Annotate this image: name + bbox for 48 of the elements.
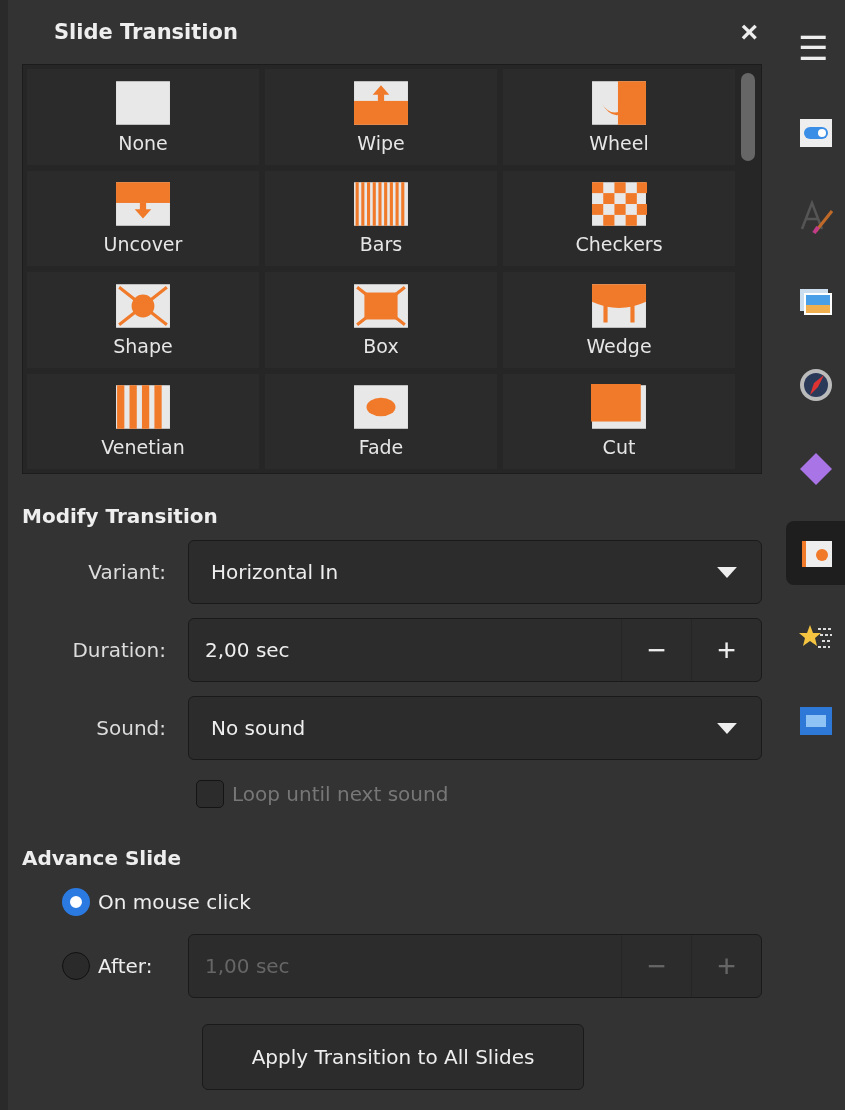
- menu-button[interactable]: ☰: [797, 26, 828, 70]
- increment-button[interactable]: +: [691, 619, 761, 681]
- transition-option[interactable]: Cut: [503, 373, 735, 469]
- caret-icon: [717, 566, 737, 578]
- transition-icon: [591, 79, 647, 126]
- close-button[interactable]: ×: [736, 15, 762, 49]
- compass-icon: [797, 367, 834, 403]
- radio-label: After:: [98, 954, 153, 978]
- transition-icon: [115, 384, 171, 431]
- transition-option[interactable]: Shape: [27, 272, 259, 368]
- transition-option[interactable]: Box: [265, 272, 497, 368]
- transition-option[interactable]: Wipe: [265, 69, 497, 165]
- sidebar-tab[interactable]: [785, 521, 845, 585]
- transition-option[interactable]: Venetian: [27, 373, 259, 469]
- checkbox-label: Loop until next sound: [232, 782, 449, 806]
- field-label: Sound:: [95, 716, 167, 740]
- section-heading: Modify Transition: [22, 504, 219, 528]
- transition-option[interactable]: Bars: [265, 170, 497, 266]
- transition-option[interactable]: Wheel: [503, 69, 735, 165]
- radio-button[interactable]: [62, 888, 90, 916]
- transition-option[interactable]: Checkers: [503, 170, 735, 266]
- panel-title: Slide Transition: [54, 20, 238, 44]
- transition-option[interactable]: Uncover: [27, 170, 259, 266]
- transition-icon: [115, 282, 171, 329]
- transition-icon: [591, 282, 647, 329]
- decrement-button[interactable]: −: [621, 619, 691, 681]
- radio-button[interactable]: [62, 952, 90, 980]
- field-label: Duration:: [71, 638, 167, 662]
- transition-icon: [591, 384, 647, 431]
- transition-icon: [115, 181, 171, 228]
- transition-icon: [591, 181, 647, 228]
- transition-icon: [353, 181, 409, 228]
- spin-field[interactable]: 2,00 sec − +: [188, 618, 762, 682]
- transition-option[interactable]: Fade: [265, 373, 497, 469]
- transition-option[interactable]: None: [27, 69, 259, 165]
- dropdown[interactable]: Horizontal In: [188, 540, 762, 604]
- field-label: Variant:: [87, 560, 167, 584]
- radio-label: On mouse click: [98, 890, 251, 914]
- transition-icon: [353, 79, 409, 126]
- transition-icon: [115, 79, 171, 126]
- section-heading: Advance Slide: [22, 846, 182, 870]
- dropdown[interactable]: No sound: [188, 696, 762, 760]
- apply-button[interactable]: Apply Transition to All Slides: [202, 1024, 584, 1090]
- transition-option[interactable]: Wedge: [503, 272, 735, 368]
- caret-icon: [717, 722, 737, 734]
- scrollbar-thumb[interactable]: [741, 73, 755, 161]
- transition-icon: [353, 384, 409, 431]
- transition-icon: [353, 282, 409, 329]
